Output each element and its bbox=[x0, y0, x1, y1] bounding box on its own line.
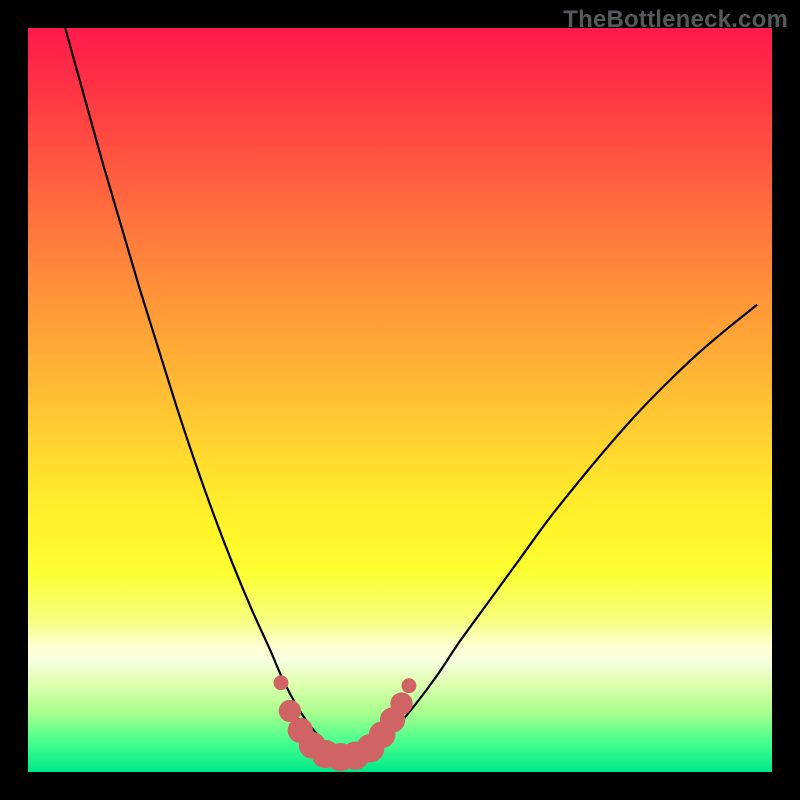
chart-frame: TheBottleneck.com bbox=[0, 0, 800, 800]
chart-overlay bbox=[28, 28, 772, 772]
bottom-marker-group bbox=[274, 675, 417, 771]
marker-dot-0 bbox=[274, 675, 289, 690]
bottleneck-curve bbox=[65, 28, 757, 752]
marker-dot-10 bbox=[390, 692, 412, 714]
marker-dot-11 bbox=[401, 678, 416, 693]
attribution-text: TheBottleneck.com bbox=[563, 6, 788, 34]
